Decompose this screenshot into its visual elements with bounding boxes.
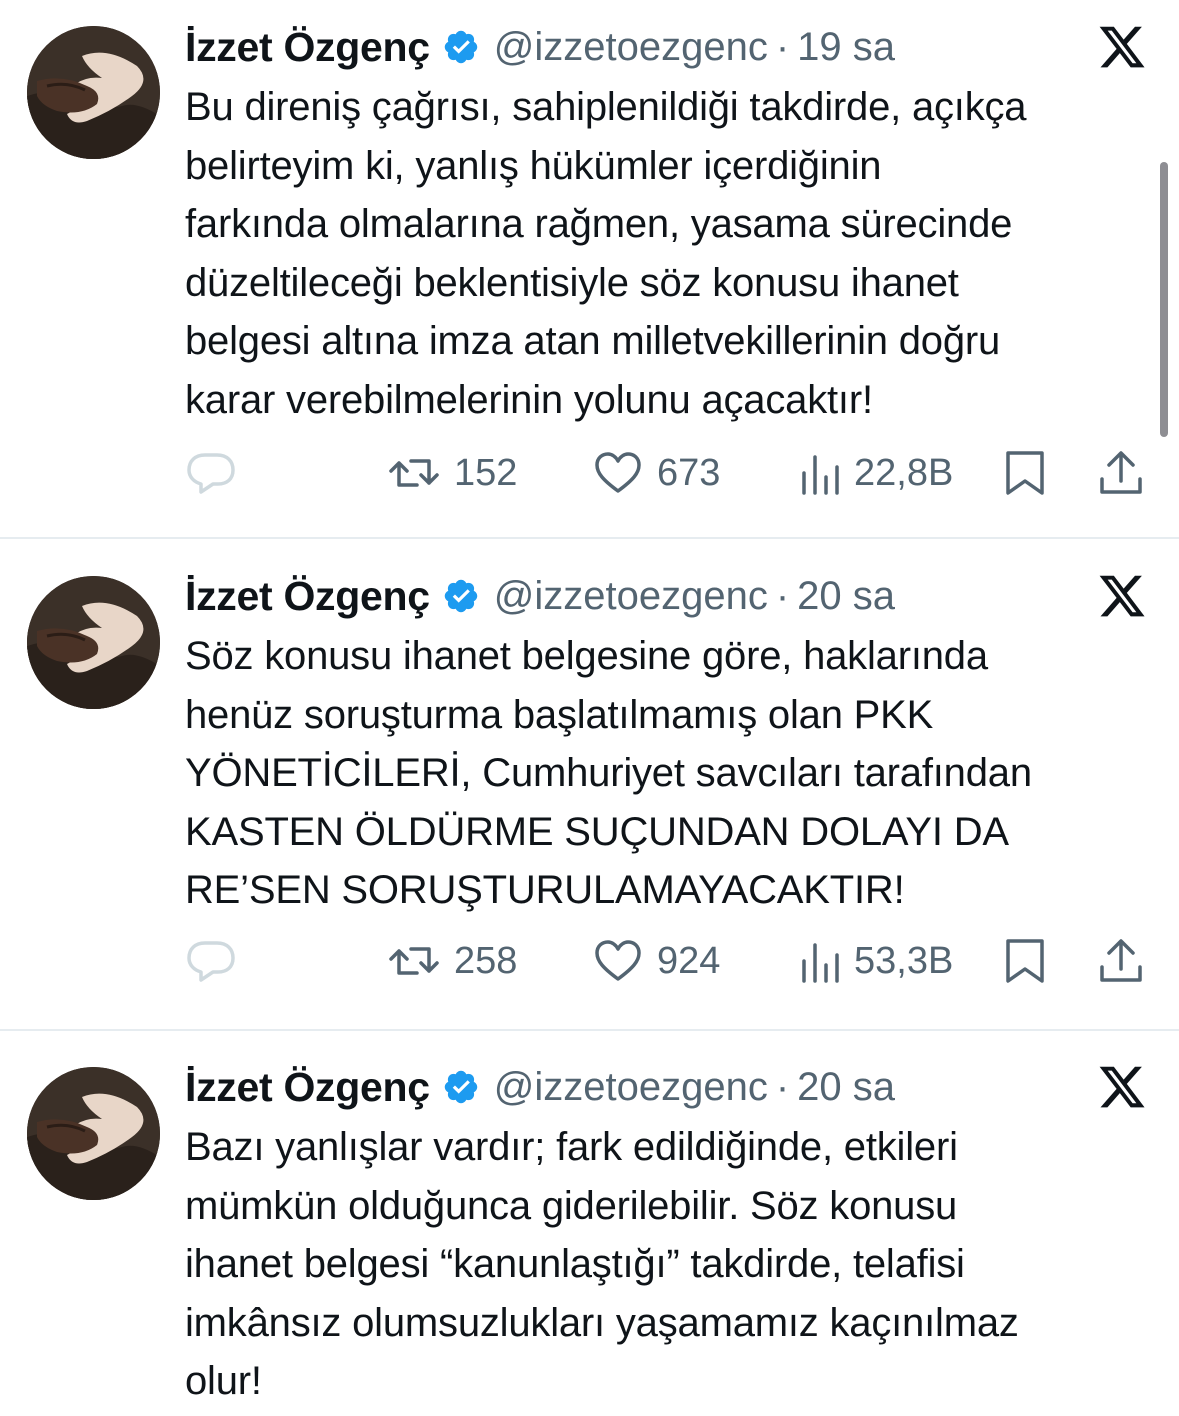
action-bar: 258 924 53,3B bbox=[0, 935, 1179, 995]
view-count: 53,3B bbox=[854, 939, 954, 982]
tweet[interactable]: İzzet Özgenç @izzetoezgenc · 20 sa Bazı … bbox=[0, 1030, 1179, 1416]
tweet-text: Bazı yanlışlar vardır; fark edildiğinde,… bbox=[185, 1118, 1155, 1411]
x-logo-icon bbox=[1099, 26, 1145, 68]
x-logo-icon bbox=[1099, 1066, 1145, 1108]
retweet-button[interactable]: 258 bbox=[388, 937, 517, 985]
like-button[interactable]: 924 bbox=[593, 937, 720, 985]
reply-icon bbox=[187, 941, 235, 982]
views-icon bbox=[802, 455, 839, 495]
share-button[interactable] bbox=[1097, 449, 1145, 497]
tweet-text-line: YÖNETİCİLERİ, Cumhuriyet savcıları taraf… bbox=[185, 751, 1032, 795]
x-logo-icon bbox=[1099, 575, 1145, 617]
bookmark-button[interactable] bbox=[1003, 937, 1047, 985]
retweet-icon bbox=[389, 459, 439, 487]
author-handle[interactable]: @izzetoezgenc bbox=[494, 574, 768, 619]
tweet-text-line: mümkün olduğunca giderilebilir. Söz konu… bbox=[185, 1183, 958, 1228]
scrollbar[interactable] bbox=[1160, 162, 1168, 437]
author-handle[interactable]: @izzetoezgenc bbox=[494, 1065, 768, 1110]
tweet-text-line: belirteyim ki, yanlış hükümler içerdiğin… bbox=[185, 143, 882, 188]
tweet-text-line: imkânsız olumsuzlukları yaşamamız kaçını… bbox=[185, 1300, 1019, 1345]
views-button[interactable]: 53,3B bbox=[800, 937, 953, 985]
tweet-text-line: Bu direniş çağrısı, sahiplenildiği takdi… bbox=[185, 85, 1027, 129]
bookmark-icon bbox=[1006, 451, 1044, 495]
views-icon bbox=[802, 943, 839, 983]
author-name[interactable]: İzzet Özgenç bbox=[185, 24, 430, 71]
action-bar: 152 673 22,8B bbox=[0, 443, 1179, 503]
author-handle[interactable]: @izzetoezgenc bbox=[494, 25, 768, 70]
retweet-count: 258 bbox=[454, 939, 518, 982]
tweet-header: İzzet Özgenç @izzetoezgenc · 20 sa bbox=[185, 1060, 895, 1114]
author-name[interactable]: İzzet Özgenç bbox=[185, 573, 430, 620]
tweet-text-line: Söz konusu ihanet belgesine göre, haklar… bbox=[185, 634, 988, 678]
reply-button[interactable] bbox=[185, 449, 237, 497]
tweet-header: İzzet Özgenç @izzetoezgenc · 19 sa bbox=[185, 20, 895, 74]
tweet[interactable]: İzzet Özgenç @izzetoezgenc · 20 sa Söz k… bbox=[0, 539, 1179, 1029]
timestamp[interactable]: 20 sa bbox=[797, 1065, 895, 1110]
tweet[interactable]: İzzet Özgenç @izzetoezgenc · 19 sa Bu di… bbox=[0, 0, 1179, 538]
heart-icon bbox=[595, 940, 641, 981]
hands-avatar-image bbox=[27, 26, 160, 159]
timestamp[interactable]: 19 sa bbox=[797, 25, 895, 70]
heart-icon bbox=[595, 452, 641, 493]
tweet-text-line: olur! bbox=[185, 1359, 262, 1403]
timestamp[interactable]: 20 sa bbox=[797, 574, 895, 619]
share-icon bbox=[1100, 451, 1142, 494]
tweet-text-line: KASTEN ÖLDÜRME SUÇUNDAN DOLAYI DA bbox=[185, 809, 1009, 854]
tweet-text-line: henüz soruşturma başlatılmamış olan PKK bbox=[185, 692, 934, 737]
like-count: 924 bbox=[657, 939, 721, 982]
hands-avatar-image bbox=[27, 576, 160, 709]
share-button[interactable] bbox=[1097, 937, 1145, 985]
hands-avatar-image bbox=[27, 1067, 160, 1200]
verified-badge-icon bbox=[444, 30, 477, 64]
tweet-text-line: Bazı yanlışlar vardır; fark edildiğinde,… bbox=[185, 1125, 958, 1169]
views-button[interactable]: 22,8B bbox=[800, 449, 953, 497]
retweet-count: 152 bbox=[454, 451, 518, 494]
bookmark-icon bbox=[1006, 939, 1044, 983]
tweet-text-line: belgesi altına imza atan milletvekilleri… bbox=[185, 319, 1001, 363]
avatar[interactable] bbox=[27, 576, 160, 709]
tweet-text: Söz konusu ihanet belgesine göre, haklar… bbox=[185, 627, 1155, 920]
share-icon bbox=[1100, 939, 1142, 982]
reply-icon bbox=[187, 453, 235, 494]
separator-dot: · bbox=[775, 573, 790, 618]
view-count: 22,8B bbox=[854, 451, 954, 494]
tweet-text-line: karar verebilmelerinin yolunu açacaktır! bbox=[185, 377, 873, 422]
retweet-icon bbox=[389, 947, 439, 975]
bookmark-button[interactable] bbox=[1003, 449, 1047, 497]
tweet-text-line: ihanet belgesi “kanunlaştığı” takdirde, … bbox=[185, 1242, 965, 1286]
retweet-button[interactable]: 152 bbox=[388, 449, 517, 497]
verified-badge-icon bbox=[444, 579, 477, 613]
avatar[interactable] bbox=[27, 1067, 160, 1200]
avatar[interactable] bbox=[27, 26, 160, 159]
like-count: 673 bbox=[657, 451, 721, 494]
author-name[interactable]: İzzet Özgenç bbox=[185, 1064, 430, 1111]
tweet-text-line: farkında olmalarına rağmen, yasama sürec… bbox=[185, 202, 1013, 246]
separator-dot: · bbox=[775, 1064, 790, 1109]
tweet-text-line: düzeltileceği beklentisiyle söz konusu i… bbox=[185, 260, 959, 305]
verified-badge-icon bbox=[444, 1070, 477, 1104]
reply-button[interactable] bbox=[185, 937, 237, 985]
tweet-text: Bu direniş çağrısı, sahiplenildiği takdi… bbox=[185, 78, 1155, 429]
separator-dot: · bbox=[775, 24, 790, 69]
like-button[interactable]: 673 bbox=[593, 449, 720, 497]
tweet-header: İzzet Özgenç @izzetoezgenc · 20 sa bbox=[185, 569, 895, 623]
tweet-text-line: RE’SEN SORUŞTURULAMAYACAKTIR! bbox=[185, 868, 905, 912]
